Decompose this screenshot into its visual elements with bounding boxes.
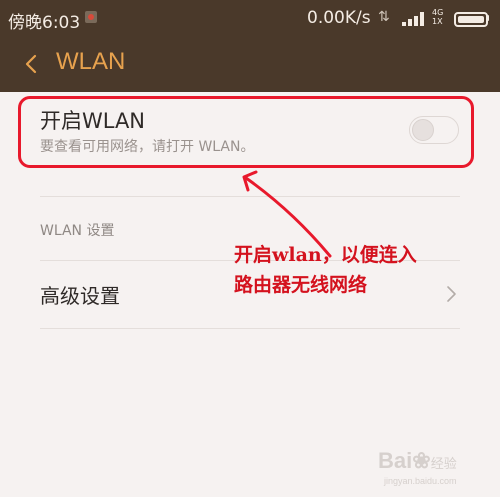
data-transfer-icon: ⇅ xyxy=(378,9,390,25)
baidu-watermark: Bai❀经验 jingyan.baidu.com xyxy=(378,448,488,492)
paw-icon: ❀ xyxy=(412,448,431,473)
chevron-right-icon xyxy=(444,284,458,304)
divider xyxy=(40,328,460,329)
title-bar: WLAN xyxy=(0,36,500,92)
battery-icon xyxy=(454,12,488,27)
annotation-text: 开启wlan，以便连入 路由器无线网络 xyxy=(234,240,444,300)
highlight-box xyxy=(18,96,474,168)
annotation-line-2: 路由器无线网络 xyxy=(234,274,368,296)
network-type: 4G xyxy=(432,8,444,17)
section-header-wlan-settings: WLAN 设置 xyxy=(40,223,115,239)
back-arrow-icon[interactable] xyxy=(20,51,44,77)
advanced-settings-label: 高级设置 xyxy=(40,284,120,308)
network-speed: 0.00K/s xyxy=(307,8,371,28)
sim-slot: 1X xyxy=(432,17,443,26)
watermark-logo: Bai❀经验 xyxy=(378,448,457,474)
page-title: WLAN xyxy=(56,48,126,75)
watermark-main: Bai xyxy=(378,448,413,473)
divider xyxy=(40,196,460,197)
battery-tip xyxy=(486,15,489,21)
watermark-url: jingyan.baidu.com xyxy=(384,476,457,486)
network-type-label: 4G 1X xyxy=(432,8,443,26)
battery-fill xyxy=(458,16,484,23)
status-time: 傍晚6:03 xyxy=(8,13,81,33)
status-bar: 傍晚6:03 0.00K/s ⇅ 4G 1X xyxy=(0,0,500,36)
watermark-mid: 经验 xyxy=(430,456,457,471)
signal-strength-icon xyxy=(402,12,426,26)
annotation-line-1: 开启wlan，以便连入 xyxy=(234,244,417,266)
screen-record-icon xyxy=(85,11,97,23)
